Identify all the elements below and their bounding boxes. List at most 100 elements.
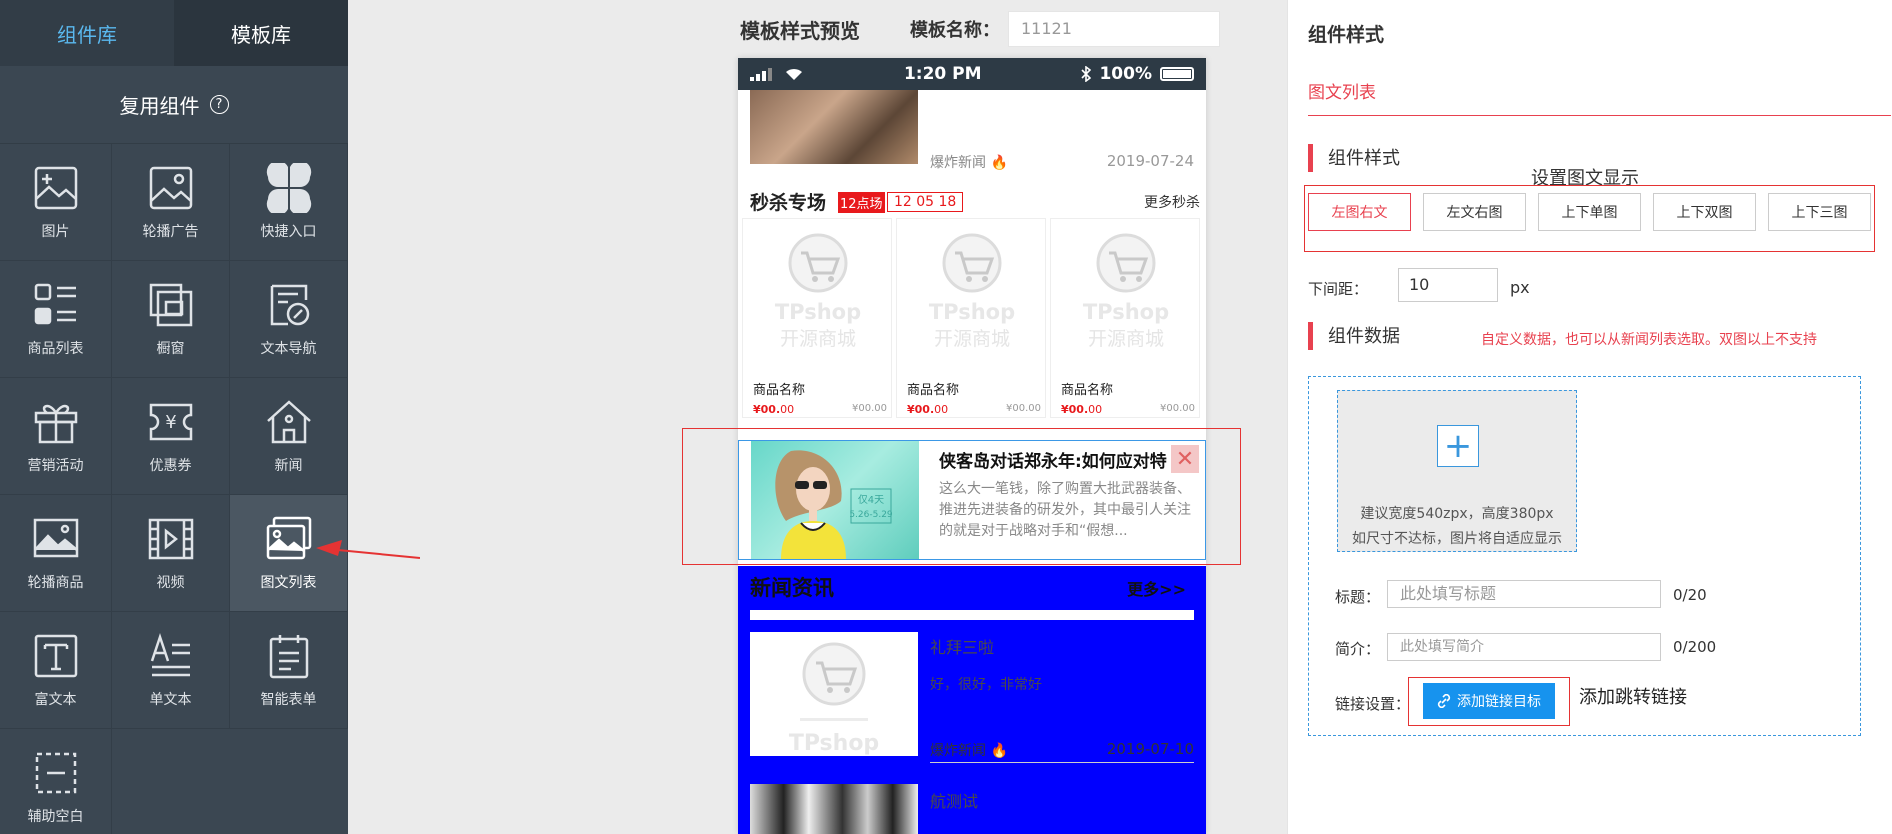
news-item-top[interactable]: 爆炸新闻 🔥 2019-07-24: [738, 90, 1206, 184]
component-carousel-ad[interactable]: 轮播广告: [112, 144, 230, 261]
seckill-header: 秒杀专场 12点场 12 05 18 更多秒杀: [738, 184, 1206, 218]
component-coupon[interactable]: ¥ 优惠券: [112, 378, 230, 495]
component-rich-text[interactable]: 富文本: [0, 612, 112, 729]
news-section-title: 新闻资讯: [750, 576, 834, 600]
news-source: 爆炸新闻 🔥: [930, 155, 1008, 171]
component-product-list[interactable]: 商品列表: [0, 261, 112, 378]
spacing-input[interactable]: 10: [1398, 268, 1498, 302]
video-icon: [148, 518, 193, 560]
battery-percent: 100%: [1099, 64, 1152, 84]
product-placeholder-icon: TPshop 开源商城: [929, 233, 1015, 350]
goods-original-price: ¥00.00: [1160, 403, 1195, 414]
template-name-label: 模板名称：: [910, 20, 1000, 41]
news-item-divider: [930, 762, 1194, 763]
add-link-button[interactable]: 添加链接目标: [1423, 683, 1555, 719]
component-carousel-product[interactable]: 轮播商品: [0, 495, 112, 612]
title-input[interactable]: 此处填写标题: [1387, 580, 1661, 608]
fire-icon: 🔥: [990, 155, 1008, 171]
component-marketing[interactable]: 营销活动: [0, 378, 112, 495]
news-item-source: 爆炸新闻 🔥: [930, 743, 1008, 759]
goods-original-price: ¥00.00: [852, 403, 887, 414]
style-option-right-image[interactable]: 左文右图: [1423, 193, 1526, 231]
seckill-more-link[interactable]: 更多秒杀: [1144, 192, 1200, 212]
help-icon[interactable]: ?: [209, 95, 229, 114]
style-section-title: 组件样式: [1308, 144, 1400, 172]
add-link-button-label: 添加链接目标: [1457, 694, 1541, 710]
goods-card[interactable]: TPshop 开源商城 商品名称 ¥00.00 ¥00.00: [896, 218, 1046, 418]
title-label: 标题：: [1335, 588, 1381, 606]
goods-original-price: ¥00.00: [1006, 403, 1041, 414]
battery-icon: [1160, 67, 1194, 81]
goods-brand: TPshop: [1083, 300, 1169, 324]
goods-card[interactable]: TPshop 开源商城 商品名称 ¥00.00 ¥00.00: [742, 218, 892, 418]
product-list-icon: [34, 283, 76, 325]
signal-icon: [750, 68, 772, 81]
component-label: 商品列表: [27, 341, 84, 357]
home-icon: [266, 400, 311, 444]
spacing-label: 下间距：: [1308, 280, 1369, 298]
component-quick-entry[interactable]: 快捷入口: [230, 144, 348, 261]
style-option-double-stack[interactable]: 上下双图: [1653, 193, 1756, 231]
carousel-product-icon: [33, 518, 78, 558]
style-option-triple-stack[interactable]: 上下三图: [1768, 193, 1871, 231]
smart-form-icon: [269, 635, 308, 679]
component-label: 营销活动: [27, 458, 84, 474]
annotation-arrow-icon: [316, 540, 420, 559]
upload-hint-size: 建议宽度540zpx，高度380px: [1360, 506, 1554, 522]
component-single-text[interactable]: 单文本: [112, 612, 230, 729]
component-data-box: + 建议宽度540zpx，高度380px 如尺寸不达标，图片将自适应显示 标题：…: [1308, 376, 1861, 736]
news-more-link[interactable]: 更多>>: [1127, 576, 1186, 600]
component-label: 快捷入口: [260, 224, 317, 240]
image-upload-area[interactable]: + 建议宽度540zpx，高度380px 如尺寸不达标，图片将自适应显示: [1337, 390, 1577, 552]
annotation-frame-preview: [682, 428, 1241, 565]
carousel-ad-icon: [149, 166, 192, 210]
tab-components[interactable]: 组件库: [0, 0, 174, 66]
library-tabs: 组件库 模板库: [0, 0, 348, 66]
product-placeholder-icon: TPshop 开源商城: [775, 233, 861, 350]
component-blank-space[interactable]: 辅助空白: [0, 729, 112, 834]
news-item-title[interactable]: 礼拜三啦: [930, 634, 994, 658]
product-placeholder-icon: TPshop: [789, 642, 879, 756]
add-image-icon[interactable]: +: [1437, 425, 1479, 467]
news-item-title[interactable]: 航测试: [930, 788, 978, 812]
bluetooth-icon: [1081, 66, 1092, 82]
component-label: 图文列表: [260, 575, 317, 591]
component-label: 图片: [41, 224, 70, 240]
link-icon: [1437, 694, 1451, 708]
reuse-components-title: 复用组件: [119, 94, 200, 118]
fire-icon: 🔥: [990, 743, 1008, 759]
quick-entry-icon: [266, 163, 311, 213]
component-video[interactable]: 视频: [112, 495, 230, 612]
blank-space-icon: [35, 752, 76, 794]
data-hint: 自定义数据，也可以从新闻列表选取。双图以上不支持: [1481, 332, 1817, 348]
seckill-title: 秒杀专场: [750, 192, 827, 214]
reuse-components-header: 复用组件 ?: [0, 66, 348, 144]
goods-brand-sub: 开源商城: [934, 328, 1010, 350]
component-showcase[interactable]: 橱窗: [112, 261, 230, 378]
desc-textarea[interactable]: 此处填写简介: [1387, 633, 1661, 661]
news-date: 2019-07-24: [1106, 152, 1194, 170]
component-text-nav[interactable]: 文本导航: [230, 261, 348, 378]
tab-templates[interactable]: 模板库: [174, 0, 348, 66]
component-smart-form[interactable]: 智能表单: [230, 612, 348, 729]
goods-brand-sub: 开源商城: [780, 328, 856, 350]
image-add-icon: [34, 166, 77, 210]
component-label: 辅助空白: [27, 809, 84, 825]
news-section-header: 新闻资讯 更多>>: [738, 566, 1206, 606]
template-name-input[interactable]: 11121: [1008, 11, 1220, 47]
text-nav-icon: [270, 284, 309, 326]
component-label: 新闻: [274, 458, 303, 474]
coupon-icon: ¥: [149, 403, 192, 441]
component-news[interactable]: 新闻: [230, 378, 348, 495]
single-text-icon: [150, 633, 190, 677]
component-label: 单文本: [149, 692, 192, 708]
style-options: 左图右文 左文右图 上下单图 上下双图 上下三图: [1308, 193, 1871, 231]
link-label: 链接设置：: [1335, 695, 1411, 713]
news-photo: [750, 90, 918, 164]
news-section: 新闻资讯 更多>> TPshop 礼拜三啦 好，很好，非常好 爆炸新闻 🔥 20…: [738, 566, 1206, 834]
style-option-left-image[interactable]: 左图右文: [1308, 193, 1411, 231]
component-image[interactable]: 图片: [0, 144, 112, 261]
component-label: 橱窗: [156, 341, 185, 357]
goods-card[interactable]: TPshop 开源商城 商品名称 ¥00.00 ¥00.00: [1050, 218, 1200, 418]
style-option-single-stack[interactable]: 上下单图: [1538, 193, 1641, 231]
